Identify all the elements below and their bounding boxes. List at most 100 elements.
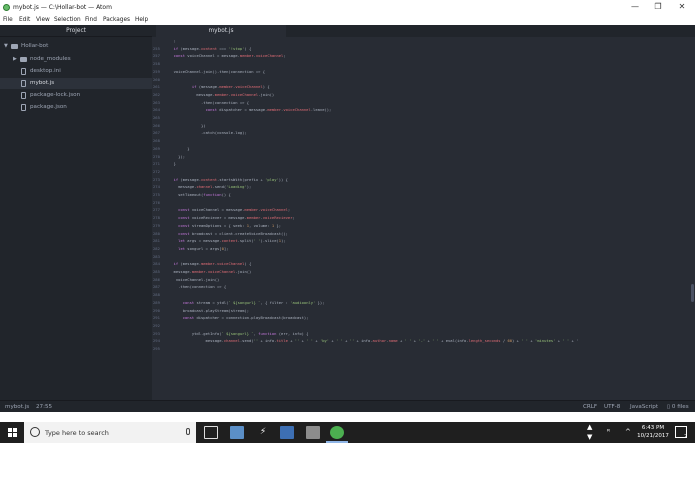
code-line[interactable]: const voiceChannel = message.member.voic…	[169, 53, 286, 58]
status-bar: mybot.js 27:55 CRLF UTF-8 JavaScript ▯ 0…	[0, 400, 695, 412]
line-number: 286	[153, 276, 160, 282]
code-line[interactable]: .then(connection => {	[169, 284, 226, 289]
clock-time[interactable]: 6:43 PM	[640, 425, 666, 431]
maximize-button[interactable]: ❐	[652, 2, 664, 12]
line-number: 272	[153, 168, 160, 174]
winamp-icon[interactable]: ⚡	[256, 426, 270, 439]
menu-bar: File Edit View Selection Find Packages H…	[0, 15, 695, 25]
code-line[interactable]: const voiceReciever = message.member.voi…	[169, 215, 295, 220]
status-line-ending[interactable]: CRLF	[583, 404, 597, 410]
line-number: 264	[153, 107, 160, 113]
close-button[interactable]: ✕	[676, 2, 688, 12]
line-number-gutter: 255 257 258 259 260 261 262 263 264 265 266 267 268 2…	[152, 37, 170, 400]
code-editor[interactable]: 255 257 258 259 260 261 262 263 264 265 266 267 268 2…	[152, 37, 695, 400]
code-line[interactable]: broadcast.playStream(stream);	[169, 308, 249, 313]
line-number: 277	[153, 207, 160, 213]
file-icon	[21, 68, 26, 75]
code-line[interactable]: const dispatcher = message.member.voiceC…	[169, 107, 332, 112]
code-line[interactable]: const dispatcher = connection.playBroadc…	[169, 315, 309, 320]
tree-item-package-json[interactable]: package.json	[0, 102, 152, 113]
code-line[interactable]: voiceChannel.join().then(connection => {	[169, 69, 265, 74]
menu-packages[interactable]: Packages	[103, 17, 130, 23]
title-bar: mybot.js — C:\Hollar-bot — Atom — ❐ ✕	[0, 0, 695, 15]
windows-taskbar: Type here to search ⚡ ▲ ▼ ᴿ ^ 6:43 PM 10…	[0, 422, 695, 443]
menu-file[interactable]: File	[3, 17, 13, 23]
menu-selection[interactable]: Selection	[54, 17, 81, 23]
line-number: 276	[153, 199, 160, 205]
code-line[interactable]: .then(connection => {	[169, 100, 249, 105]
system-tray: ▲ ▼ ᴿ ^ 6:43 PM 10/21/2017 2	[585, 422, 695, 443]
status-cursor-position[interactable]: 27:55	[36, 404, 52, 410]
code-line[interactable]: let songurl = args[0];	[169, 246, 228, 251]
panel-header: Project mybot.js	[0, 25, 695, 37]
status-grammar[interactable]: JavaScript	[630, 404, 658, 410]
status-file-name[interactable]: mybot.js	[5, 404, 29, 410]
code-line[interactable]: if (message.member.voiceChannel) {	[169, 84, 270, 89]
app-icon[interactable]	[280, 426, 294, 439]
code-line[interactable]: message.member.voiceChannel.join()	[169, 92, 274, 97]
line-number: 281	[153, 238, 160, 244]
cortana-icon	[30, 427, 40, 437]
line-number: 288	[153, 292, 160, 298]
code-line[interactable]: ytdl.getInfo(` ${songurl} `, function (e…	[169, 331, 309, 336]
chevron-up-icon[interactable]: ^	[625, 428, 631, 436]
scroll-down-icon[interactable]: ▼	[587, 433, 592, 441]
start-button[interactable]	[8, 428, 17, 437]
code-line[interactable]: })	[169, 123, 206, 128]
people-icon[interactable]: ᴿ	[607, 428, 610, 436]
code-line[interactable]: message.channel.send('Loading');	[169, 184, 251, 189]
line-number: 293	[153, 330, 160, 336]
code-line[interactable]: .catch(console.log);	[169, 130, 247, 135]
code-line[interactable]: setTimeout(function() {	[169, 192, 231, 197]
code-line[interactable]: });	[169, 154, 185, 159]
code-line[interactable]: ;	[169, 38, 176, 43]
menu-help[interactable]: Help	[135, 17, 148, 23]
code-line[interactable]: let args = message.content.split(' ').sl…	[169, 238, 286, 243]
tree-item-mybot-js[interactable]: mybot.js	[0, 78, 152, 89]
task-view-icon[interactable]	[204, 426, 218, 439]
recycle-icon[interactable]	[306, 426, 320, 439]
tree-item-node-modules[interactable]: ▶ node_modules	[0, 54, 152, 65]
folder-icon	[11, 44, 18, 49]
atom-taskbar-icon[interactable]	[330, 426, 344, 439]
code-line[interactable]: const stream = ytdl(` ${songurl} `, { fi…	[169, 300, 325, 305]
code-line[interactable]: if (message.content === '!stop') {	[169, 46, 252, 51]
code-line[interactable]: }	[169, 146, 189, 151]
minimize-button[interactable]: —	[629, 2, 641, 12]
line-number: 292	[153, 322, 160, 328]
chevron-down-icon: ▼	[4, 43, 8, 49]
code-line[interactable]: voiceChannel.join()	[169, 277, 219, 282]
line-number: 263	[153, 99, 160, 105]
code-line[interactable]: if (message.content.startsWith(prefix + …	[169, 177, 288, 182]
taskbar-search-box[interactable]: Type here to search	[24, 422, 196, 443]
menu-find[interactable]: Find	[85, 17, 97, 23]
project-tab[interactable]: Project	[0, 25, 152, 37]
tree-item-desktop-ini[interactable]: desktop.ini	[0, 66, 152, 77]
clock-date[interactable]: 10/21/2017	[636, 433, 670, 439]
status-git-files[interactable]: ▯ 0 files	[667, 404, 689, 410]
status-encoding[interactable]: UTF-8	[604, 404, 620, 410]
editor-scrollbar[interactable]	[691, 284, 694, 302]
microphone-icon[interactable]	[186, 428, 190, 435]
line-number: 287	[153, 284, 160, 290]
line-number: 265	[153, 115, 160, 120]
scroll-up-icon[interactable]: ▲	[587, 423, 592, 431]
line-number: 269	[153, 145, 160, 151]
code-line[interactable]: message.member.voiceChannel.join()	[169, 269, 252, 274]
file-icon	[21, 104, 26, 111]
code-line[interactable]: if (message.member.voiceChannel) {	[169, 261, 252, 266]
menu-view[interactable]: View	[36, 17, 50, 23]
file-icon	[21, 92, 26, 99]
tree-item-package-lock-json[interactable]: package-lock.json	[0, 90, 152, 101]
window-title: mybot.js — C:\Hollar-bot — Atom	[13, 4, 112, 11]
menu-edit[interactable]: Edit	[19, 17, 30, 23]
code-line[interactable]: message.channel.send('' + info.title + '…	[169, 338, 579, 343]
code-line[interactable]: const broadcast = client.createVoiceBroa…	[169, 231, 288, 236]
code-line[interactable]: const voiceChannel = message.member.voic…	[169, 207, 290, 212]
windows-logo-icon	[8, 428, 12, 432]
code-line[interactable]: }	[169, 161, 176, 166]
editor-tab-mybot[interactable]: mybot.js	[156, 25, 286, 37]
file-explorer-icon[interactable]	[230, 426, 244, 439]
tree-root-hollar-bot[interactable]: ▼ Hollar-bot	[0, 41, 152, 52]
code-line[interactable]: const streamOptions = { seek: 1, volume:…	[169, 223, 281, 228]
